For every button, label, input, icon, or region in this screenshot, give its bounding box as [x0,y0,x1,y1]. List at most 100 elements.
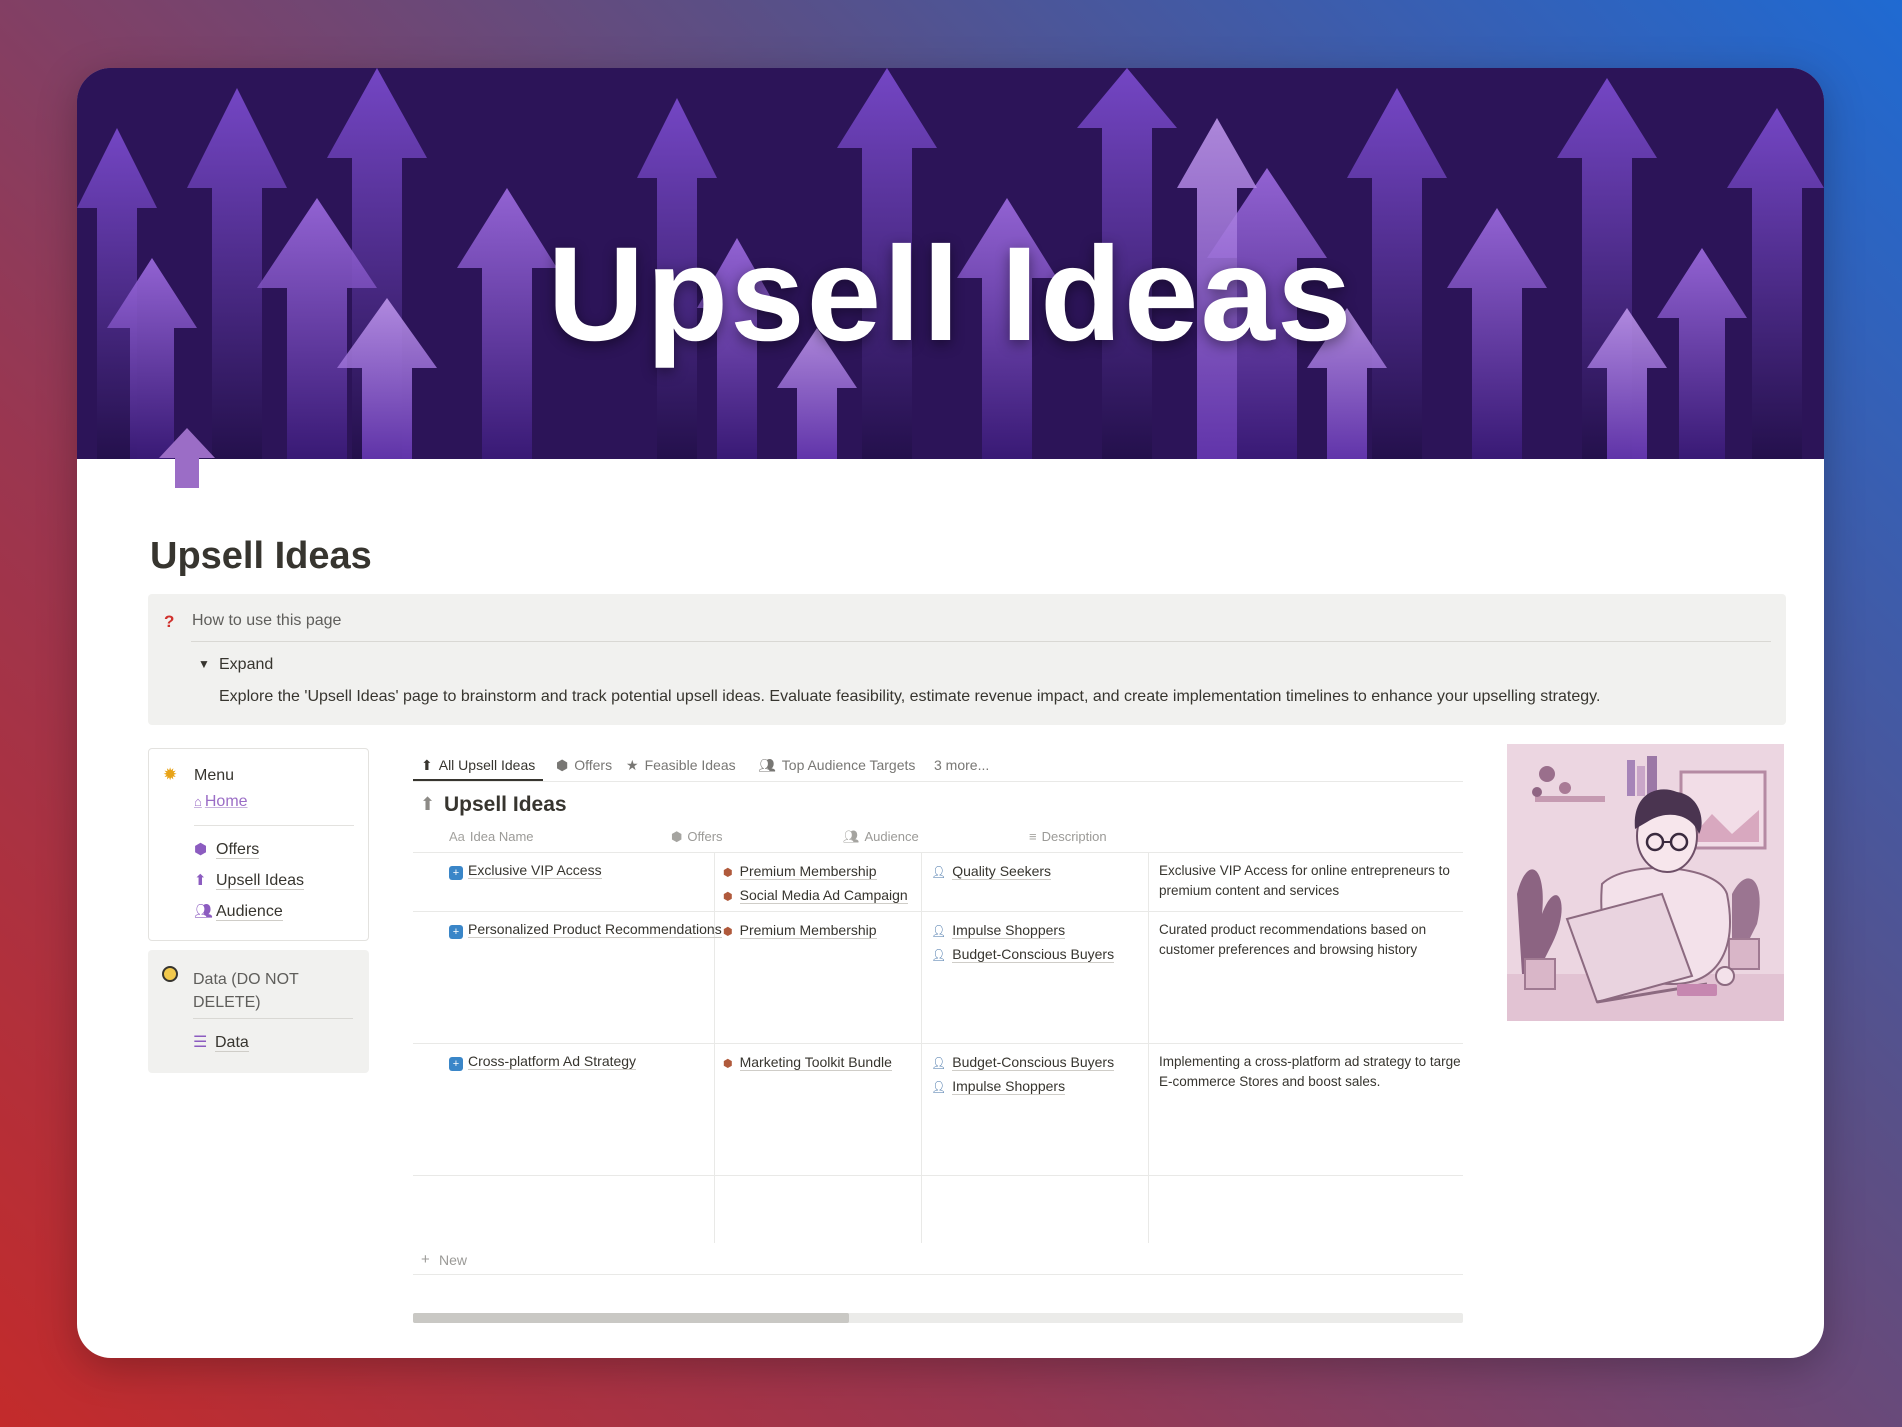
people-icon: 👥︎ [194,903,214,920]
audience-chip[interactable]: 👤︎ Budget-Conscious Buyers [931,946,1115,963]
idea-name-cell[interactable]: + Personalized Product Recommendations [449,921,722,939]
audience-cell[interactable]: 👤︎ Quality Seekers [931,863,1052,887]
offer-chip[interactable]: ⬢ Marketing Toolkit Bundle [723,1054,892,1071]
offer-label: Premium Membership [739,922,877,939]
cube-icon: ⬢ [671,829,683,844]
person-icon: 👤︎ [931,1056,947,1070]
cube-icon: ⬢ [556,757,569,773]
person-at-laptop-illustration [1507,744,1784,1021]
add-new-row-button[interactable]: + New [413,1243,1463,1275]
table-row[interactable]: + Exclusive VIP Access ⬢ Premium Membershi… [413,853,1463,912]
audience-label: Budget-Conscious Buyers [952,946,1115,963]
plus-icon: + [421,1251,430,1268]
horizontal-scrollbar[interactable] [413,1313,1463,1323]
offer-chip[interactable]: ⬢ Social Media Ad Campaign [723,887,908,904]
tab-offers[interactable]: ⬢ Offers [556,757,612,774]
audience-chip[interactable]: 👤︎ Quality Seekers [931,863,1052,880]
audience-chip[interactable]: 👤︎ Impulse Shoppers [931,922,1114,939]
audience-label: Budget-Conscious Buyers [952,1054,1115,1071]
expand-toggle[interactable]: Expand [219,656,273,674]
arrow-up-link-icon: ⬆ [420,794,436,814]
cube-icon: ⬢ [723,891,733,903]
sidebar-item-label: Upsell Ideas [216,872,305,890]
sun-icon: ✹ [163,765,178,784]
tab-label: Top Audience Targets [781,757,916,773]
home-link[interactable]: ⌂ Home [194,793,248,811]
toggle-triangle-icon[interactable]: ▼ [198,657,210,671]
cube-icon: ⬢ [723,926,733,938]
column-header-audience[interactable]: 👥︎ Audience [843,829,919,845]
menu-divider [194,825,354,826]
tab-top-audience-targets[interactable]: 👥︎ Top Audience Targets [758,757,915,774]
sidebar-item-offers[interactable]: ⬢ Offers [194,840,260,859]
database-title[interactable]: Upsell Ideas [444,793,567,817]
active-tab-indicator [413,779,543,781]
idea-name-cell[interactable]: + Cross-platform Ad Strategy [449,1053,637,1071]
idea-name-cell[interactable]: + Exclusive VIP Access [449,862,602,880]
idea-name: Personalized Product Recommendations [468,921,722,938]
person-icon: 👤︎ [931,1080,947,1094]
tab-label: Feasible Ideas [644,757,736,773]
description-cell[interactable]: Implementing a cross-platform ad strateg… [1159,1052,1474,1092]
table-header: Aa Idea Name ⬢ Offers 👥︎ Audience ≡ Descript… [413,820,1463,853]
menu-title: Menu [194,767,235,784]
audience-label: Quality Seekers [952,863,1052,880]
plus-square-icon: + [449,925,463,939]
plus-square-icon: + [449,866,463,880]
column-header-idea-name[interactable]: Aa Idea Name [449,829,534,844]
sidebar-item-label: Audience [216,903,283,921]
person-icon: 👤︎ [931,865,947,879]
person-icon: 👤︎ [931,948,947,962]
view-tabs: ⬆ All Upsell Ideas ⬢ Offers ★ Feasible Idea… [413,748,1463,782]
home-label: Home [204,793,248,810]
table-row[interactable]: + Cross-platform Ad Strategy ⬢ Marketing T… [413,1044,1463,1176]
new-label: New [439,1252,468,1268]
table-row[interactable]: + Personalized Product Recommendations ⬢ P… [413,912,1463,1044]
audience-chip[interactable]: 👤︎ Impulse Shoppers [931,1078,1114,1095]
column-header-description[interactable]: ≡ Description [1029,829,1107,844]
arrow-up-icon [159,428,215,488]
offers-cell[interactable]: ⬢ Premium Membership [723,922,877,946]
data-divider [193,1018,353,1019]
person-icon: 👤︎ [931,924,947,938]
scrollbar-thumb[interactable] [413,1313,849,1323]
sidebar-item-audience[interactable]: 👥︎ Audience [194,902,283,921]
audience-cell[interactable]: 👤︎ Budget-Conscious Buyers 👤︎ Impulse Shop… [931,1054,1115,1102]
cube-icon: ⬢ [723,867,733,879]
tab-feasible-ideas[interactable]: ★ Feasible Ideas [626,757,736,774]
data-section-title: Data (DO NOT DELETE) [193,971,299,1011]
offer-chip[interactable]: ⬢ Premium Membership [723,863,908,880]
offer-chip[interactable]: ⬢ Premium Membership [723,922,877,939]
data-panel: Data (DO NOT DELETE) ☰ Data [148,950,369,1073]
page-window: Upsell Ideas Upsell Ideas ? How to use t… [77,68,1824,1358]
arrow-up-icon: ⬆ [421,757,433,773]
offers-cell[interactable]: ⬢ Premium Membership ⬢ Social Media Ad Cam… [723,863,908,911]
database-icon: ☰ [193,1034,208,1051]
callout-body: Explore the 'Upsell Ideas' page to brain… [219,688,1601,705]
how-to-callout: ? How to use this page ▼ Expand Explore … [148,594,1786,725]
offer-label: Premium Membership [739,863,877,880]
description-line: E-commerce Stores and boost sales. [1159,1074,1381,1089]
sidebar-item-label: Offers [216,841,260,859]
description-cell[interactable]: Exclusive VIP Access for online entrepre… [1159,861,1467,901]
audience-cell[interactable]: 👤︎ Impulse Shoppers 👤︎ Budget-Conscious Bu… [931,922,1115,970]
tab-label: Offers [574,757,613,773]
description-cell[interactable]: Curated product recommendations based on… [1159,920,1467,960]
page-title: Upsell Ideas [150,535,372,577]
callout-heading: How to use this page [192,612,342,629]
sidebar-item-upsell-ideas[interactable]: ⬆ Upsell Ideas [194,871,305,890]
tab-all-upsell-ideas[interactable]: ⬆ All Upsell Ideas [421,757,535,774]
plus-square-icon: + [449,1057,463,1071]
sidebar-item-data[interactable]: ☰ Data [193,1032,249,1052]
audience-chip[interactable]: 👤︎ Budget-Conscious Buyers [931,1054,1115,1071]
offer-label: Social Media Ad Campaign [739,887,908,904]
idea-name: Cross-platform Ad Strategy [468,1053,637,1070]
description-line: Implementing a cross-platform ad strateg… [1159,1054,1461,1069]
column-header-offers[interactable]: ⬢ Offers [671,829,723,845]
text-icon: ≡ [1029,829,1037,844]
offer-label: Marketing Toolkit Bundle [739,1054,892,1071]
arrow-up-icon: ⬆ [194,872,207,889]
tab-more[interactable]: 3 more... [934,757,989,773]
cube-icon: ⬢ [723,1058,733,1070]
offers-cell[interactable]: ⬢ Marketing Toolkit Bundle [723,1054,892,1078]
